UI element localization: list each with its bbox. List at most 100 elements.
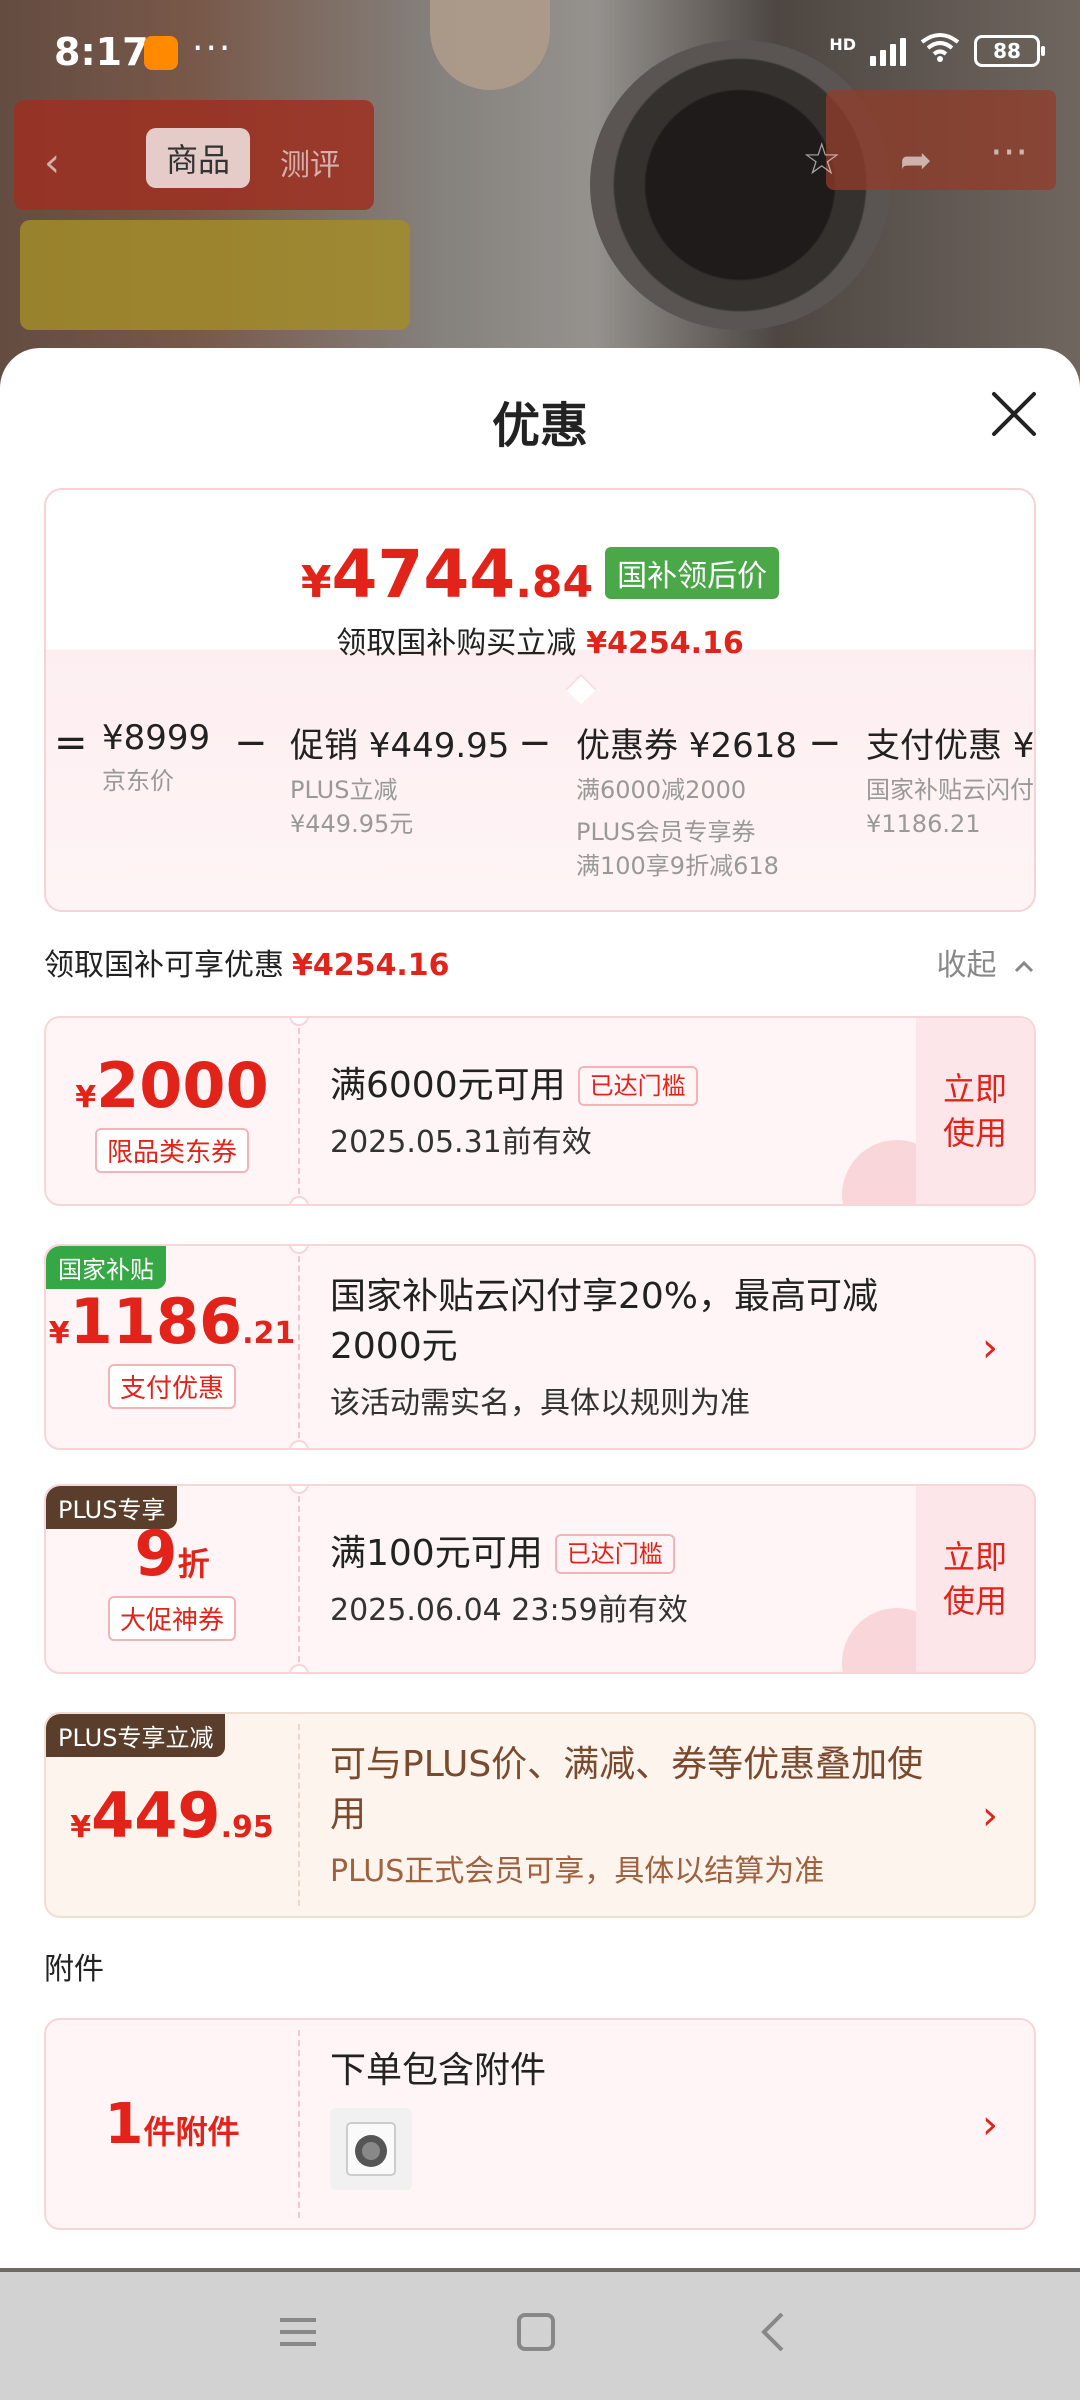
more-notifications-icon: ··· (192, 28, 233, 69)
breakdown-operator: − (234, 720, 268, 766)
washing-machine-thumb-icon[interactable] (330, 2108, 412, 2190)
threshold-reached-badge: 已达门槛 (554, 1534, 675, 1574)
coupon-title: 国家补贴云闪付享20%，最高可减2000元 (330, 1276, 879, 1367)
share-icon: ➦ (900, 138, 932, 182)
final-price-currency: ¥ (300, 557, 332, 608)
battery-icon: 88 (974, 35, 1045, 67)
breakdown-row[interactable]: = ¥8999 京东价 − 促销 ¥449.95 PLUS立减 ¥449.95元 − 优惠券 ¥… (46, 718, 1035, 910)
attachment-count-unit: 件附件 (143, 2112, 240, 2151)
coupon-type-tag: 支付优惠 (107, 1364, 236, 1409)
price-subtitle: 领取国补购买立减 ¥4254.16 (46, 618, 1034, 662)
coupon-value: 449 (91, 1778, 221, 1852)
status-time: 8:17 (54, 30, 149, 74)
back-icon: ‹ (44, 140, 60, 186)
coupon-desc: PLUS正式会员可享，具体以结算为准 (330, 1854, 825, 1889)
attachments-title: 附件 (44, 1952, 104, 1987)
tab-product: 商品 (146, 128, 250, 188)
breakdown-item[interactable]: 支付优惠 ¥1 国家补贴云闪付 ¥1186.21 (866, 718, 1035, 841)
attachment-label: 下单包含附件 (330, 2050, 547, 2091)
final-price-integer: 4744 (331, 536, 516, 613)
more-icon: ··· (990, 130, 1029, 176)
coupon-unit: 折 (177, 1545, 210, 1583)
chevron-up-icon (1014, 960, 1034, 972)
breakdown-detail: ¥449.95元 (290, 810, 414, 838)
coupon-divider (298, 2030, 300, 2218)
app-notification-icon (144, 36, 178, 70)
coupon-validity: 2025.05.31前有效 (330, 1125, 592, 1160)
breakdown-detail: ¥1186.21 (866, 810, 981, 838)
signal-icon (870, 36, 906, 66)
coupon-divider (298, 1028, 300, 1194)
coupon-title: 满6000元可用 已达门槛 (330, 1061, 904, 1111)
home-icon[interactable] (514, 2310, 558, 2366)
coupon-currency: ¥ (70, 1809, 92, 1845)
coupon-desc: 该活动需实名，具体以规则为准 (330, 1386, 750, 1421)
breakdown-item[interactable]: 优惠券 ¥2618 满6000减2000 PLUS会员专享券 满100享9折减618 (576, 718, 797, 883)
breakdown-detail: 京东价 (102, 767, 174, 795)
coupon-validity: 2025.06.04 23:59前有效 (330, 1593, 688, 1628)
breakdown-detail: 满6000减2000 (576, 776, 747, 804)
chevron-right-icon[interactable]: › (982, 1793, 998, 1839)
coupon-amount: ¥ 2000 (75, 1049, 268, 1122)
collapse-button[interactable]: 收起 (936, 940, 1036, 984)
breakdown-operator: − (808, 720, 842, 766)
final-price: ¥ 4744 .84 (301, 536, 593, 613)
breakdown-amount: 促销 ¥449.95 (290, 726, 510, 766)
breakdown-item[interactable]: 促销 ¥449.95 PLUS立减 ¥449.95元 (290, 718, 509, 841)
use-now-button[interactable]: 立即 使用 (916, 1486, 1034, 1672)
breakdown-amount: 优惠券 ¥2618 (576, 726, 797, 766)
system-nav-bar (0, 2272, 1080, 2400)
coupon-card-jd[interactable]: ¥ 2000 限品类东券 满6000元可用 已达门槛 2025.05.31前有效… (44, 1016, 1036, 1206)
attachment-card[interactable]: 1 件附件 下单包含附件 › (44, 2018, 1036, 2230)
price-breakdown-card: ¥ 4744 .84 国补领后价 领取国补购买立减 ¥4254.16 = ¥8999… (44, 488, 1036, 912)
breakdown-detail: PLUS立减 (290, 776, 398, 804)
status-bar: 8:17 ··· HD 88 (0, 0, 1080, 110)
breakdown-operator: − (518, 720, 552, 766)
coupon-value-decimal: .21 (242, 1316, 296, 1351)
coupon-value: 9 (134, 1517, 178, 1590)
close-icon[interactable] (988, 388, 1040, 440)
back-nav-icon[interactable] (752, 2310, 796, 2366)
coupon-type-tag: 大促神券 (107, 1596, 236, 1641)
final-price-decimal: .84 (515, 557, 594, 608)
wifi-icon (920, 32, 960, 70)
breakdown-amount: 支付优惠 ¥1 (866, 726, 1035, 766)
menu-icon[interactable] (276, 2310, 320, 2366)
coupon-card-gov-subsidy[interactable]: 国家补贴 ¥ 1186 .21 支付优惠 国家补贴云闪付享20%，最高可减200… (44, 1244, 1036, 1450)
coupon-amount: ¥ 449 .95 (70, 1779, 273, 1852)
tab-review: 测评 (280, 148, 340, 183)
coupon-value-decimal: .95 (220, 1809, 274, 1845)
coupon-currency: ¥ (75, 1080, 97, 1115)
battery-level: 88 (993, 39, 1021, 63)
coupon-divider (298, 1496, 300, 1662)
breakdown-operator: = (54, 720, 88, 766)
breakdown-detail: 国家补贴云闪付 (866, 776, 1034, 804)
coupon-amount: ¥ 1186 .21 (49, 1285, 296, 1358)
gov-subsidy-price-tag: 国补领后价 (605, 547, 780, 599)
price-subtitle-text: 领取国补购买立减 (336, 626, 577, 661)
coupon-card-plus-discount[interactable]: PLUS专享立减 ¥ 449 .95 可与PLUS价、满减、券等优惠叠加使用 P… (44, 1712, 1036, 1918)
coupon-title-text: 满6000元可用 (330, 1065, 566, 1106)
background-nav: ‹ 商品 测评 ☆ ➦ ··· (0, 120, 1080, 200)
coupon-currency: ¥ (48, 1316, 70, 1351)
attachment-count: 1 件附件 (105, 2092, 240, 2157)
coupon-divider (298, 1256, 300, 1438)
network-type-label: HD (829, 35, 856, 54)
threshold-reached-badge: 已达门槛 (577, 1066, 698, 1106)
breakdown-detail: PLUS会员专享券 (576, 818, 756, 846)
coupon-type-tag: 限品类东券 (94, 1128, 249, 1173)
coupon-value: 2000 (96, 1049, 269, 1122)
coupon-value: 1186 (69, 1285, 243, 1358)
coupon-card-plus[interactable]: PLUS专享 9 折 大促神券 满100元可用 已达门槛 2025.06.04 … (44, 1484, 1036, 1674)
chevron-right-icon[interactable]: › (982, 1325, 998, 1371)
section-title: 领取国补可享优惠 (44, 948, 284, 983)
discount-sheet: 优惠 ¥ 4744 .84 国补领后价 领取国补购买立减 ¥4254.16 = ¥8… (0, 348, 1080, 2268)
collapse-label: 收起 (936, 948, 997, 983)
chevron-right-icon[interactable]: › (982, 2102, 998, 2148)
use-now-button[interactable]: 立即 使用 (916, 1018, 1034, 1204)
breakdown-item[interactable]: ¥8999 京东价 (102, 718, 210, 798)
section-amount: ¥4254.16 (292, 948, 450, 983)
coupon-title: 可与PLUS价、满减、券等优惠叠加使用 (330, 1744, 924, 1835)
section-header: 领取国补可享优惠 ¥4254.16 (44, 940, 450, 984)
coupon-amount: 9 折 (134, 1517, 209, 1590)
